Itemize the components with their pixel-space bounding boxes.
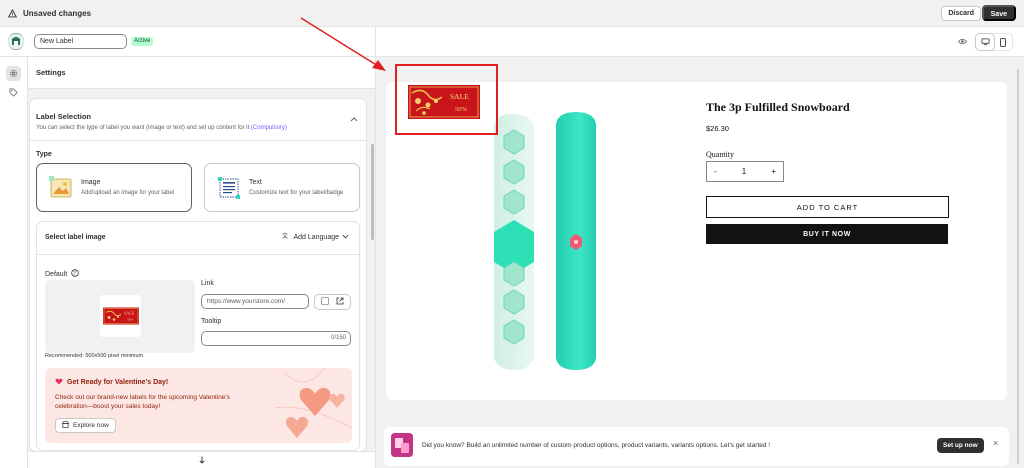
type-text-title: Text <box>249 179 262 186</box>
tooltip-input[interactable]: 0/150 <box>201 331 351 346</box>
chevron-down-icon <box>342 234 349 241</box>
explore-now-label: Explore now <box>73 422 109 429</box>
snowboard-image <box>484 112 614 372</box>
settings-scroll-area[interactable]: Label Selection You can select the type … <box>28 89 375 451</box>
app-header: New Label Active <box>0 27 1024 57</box>
buy-it-now-button[interactable]: BUY IT NOW <box>706 224 948 244</box>
default-text: Default <box>45 270 68 278</box>
mobile-icon[interactable] <box>994 34 1012 50</box>
type-option-image[interactable]: Image Add/upload an image for your label <box>36 163 192 212</box>
sale-percent: 50% <box>455 106 468 113</box>
top-bar: Unsaved changes Discard Save <box>0 0 1024 27</box>
scroll-down-arrow-icon[interactable] <box>28 451 375 468</box>
link-input[interactable]: https://www.yourstore.com/ <box>201 294 309 309</box>
compulsory-tag: (Compulsory) <box>250 125 287 131</box>
preview-scrollbar[interactable] <box>1017 69 1019 464</box>
select-image-title: Select label image <box>45 234 106 241</box>
select-image-card: Select label image 文 Add Language Defaul… <box>36 221 360 451</box>
svg-text:?: ? <box>74 271 77 277</box>
product-title: The 3p Fulfilled Snowboard <box>706 100 850 114</box>
add-language-label: Add Language <box>293 233 339 241</box>
label-image-thumbnail: SALE 50% <box>100 295 141 337</box>
qty-minus-button[interactable]: - <box>714 167 717 176</box>
divider <box>30 140 366 141</box>
save-button[interactable]: Save <box>981 5 1016 21</box>
label-selection-card: Label Selection You can select the type … <box>30 99 366 451</box>
heart-gift-icon <box>55 378 63 387</box>
warning-icon <box>8 8 17 18</box>
close-icon[interactable]: × <box>993 438 998 448</box>
svg-text:50%: 50% <box>127 318 134 322</box>
section-sub-text: You can select the type of label you wan… <box>36 125 250 131</box>
qty-plus-button[interactable]: + <box>771 167 776 176</box>
chevron-up-icon[interactable] <box>350 115 358 124</box>
preview-area: The 3p Fulfilled Snowboard $26.30 Quanti… <box>376 57 1024 468</box>
sale-label-badge: SALE 50% <box>408 85 480 119</box>
default-label: Default ? <box>45 269 79 279</box>
section-title: Label Selection <box>36 112 92 121</box>
hearts-illustration <box>274 368 352 443</box>
image-type-icon <box>49 176 73 200</box>
banner-text: Did you know? Build an unlimited number … <box>422 442 771 449</box>
help-icon[interactable]: ? <box>71 269 79 279</box>
status-badge: Active <box>131 37 154 46</box>
promo-title-row: Get Ready for Valentine's Day! <box>55 378 168 387</box>
text-type-icon <box>217 176 241 200</box>
quantity-stepper: - 1 + <box>706 161 784 182</box>
tooltip-label: Tooltip <box>201 318 222 325</box>
tag-icon[interactable] <box>6 85 21 100</box>
external-link-icon[interactable] <box>336 297 344 307</box>
settings-panel: Settings Label Selection You can select … <box>28 57 376 468</box>
desktop-icon[interactable] <box>976 34 994 50</box>
image-upload-area[interactable]: SALE 50% <box>45 280 195 353</box>
sale-text: SALE <box>450 92 469 101</box>
app-promo-icon <box>391 433 413 457</box>
language-icon: 文 <box>282 232 290 242</box>
link-label: Link <box>201 280 214 287</box>
promo-title: Get Ready for Valentine's Day! <box>67 379 169 386</box>
svg-text:SALE: SALE <box>124 311 135 316</box>
add-to-cart-button[interactable]: ADD TO CART <box>706 196 949 218</box>
info-banner: Did you know? Build an unlimited number … <box>384 427 1009 466</box>
link-options <box>314 294 351 310</box>
product-price: $26.30 <box>706 124 729 133</box>
section-subtitle: You can select the type of label you wan… <box>36 125 287 131</box>
device-toggle <box>975 33 1013 51</box>
store-icon <box>61 421 70 430</box>
recommended-note: Recommended: 500x500 pixel minimum. <box>45 353 145 359</box>
type-image-title: Image <box>81 179 101 186</box>
set-up-now-button[interactable]: Set up now <box>937 438 984 453</box>
discard-button[interactable]: Discard <box>941 6 981 21</box>
eye-icon[interactable] <box>957 38 968 47</box>
label-name-input[interactable]: New Label <box>34 34 127 49</box>
add-language-button[interactable]: 文 Add Language <box>282 232 349 242</box>
valentine-promo: Get Ready for Valentine's Day! Check out… <box>45 368 352 443</box>
app-logo-icon <box>8 33 24 50</box>
type-text-desc: Customize text for your label/badge <box>249 190 344 196</box>
new-tab-checkbox[interactable] <box>321 297 330 307</box>
settings-gear-icon[interactable] <box>6 66 21 81</box>
scrollbar-thumb[interactable] <box>371 144 374 240</box>
promo-body: Check out our brand-new labels for the u… <box>55 394 230 410</box>
tooltip-char-count: 0/150 <box>330 335 346 341</box>
divider <box>37 254 359 255</box>
explore-now-button[interactable]: Explore now <box>55 418 116 433</box>
annotation-arrow-icon <box>300 17 386 71</box>
unsaved-changes-title: Unsaved changes <box>23 8 92 18</box>
icon-rail <box>0 57 28 468</box>
type-image-desc: Add/upload an image for your label <box>81 190 175 196</box>
quantity-label: Quantity <box>706 150 734 159</box>
qty-value[interactable]: 1 <box>742 167 746 176</box>
svg-text:文: 文 <box>282 232 288 240</box>
type-label: Type <box>36 151 52 158</box>
type-option-text[interactable]: Text Customize text for your label/badge <box>204 163 360 212</box>
